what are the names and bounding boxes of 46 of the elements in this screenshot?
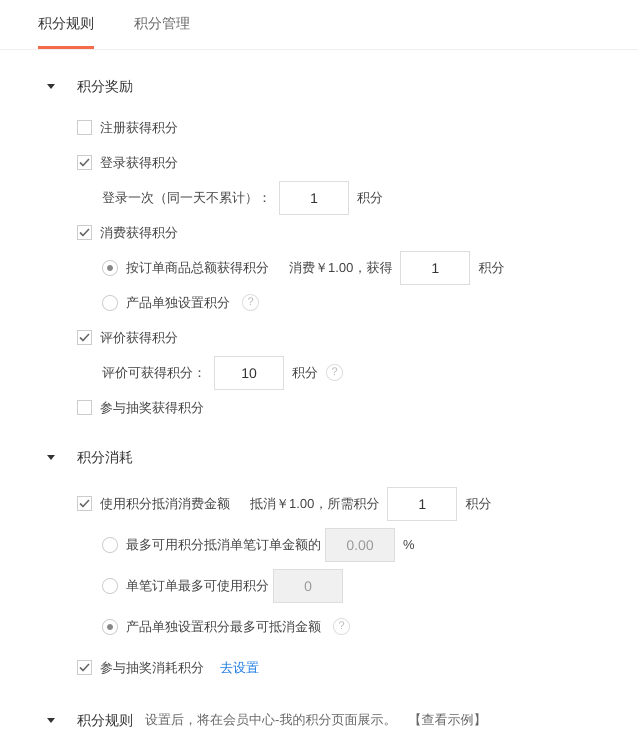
checkbox[interactable]: [77, 155, 92, 170]
radio-button[interactable]: [102, 618, 118, 634]
field-label: 登录一次（同一天不累计）：: [102, 188, 271, 207]
radio-label: 按订单商品总额获得积分: [126, 258, 269, 277]
checkbox-label: 使用积分抵消消费金额: [100, 494, 230, 513]
checkbox-label: 消费获得积分: [100, 224, 178, 242]
checkbox-label: 参与抽奖消耗积分: [100, 658, 204, 677]
settings-link[interactable]: 去设置: [220, 658, 259, 678]
section-note: 设置后，将在会员中心-我的积分页面展示。: [145, 711, 396, 730]
number-input[interactable]: 10: [214, 356, 284, 390]
tab[interactable]: 积分规则: [38, 0, 94, 49]
unit-label: 积分: [292, 364, 318, 382]
checkbox[interactable]: [77, 660, 92, 675]
tab[interactable]: 积分管理: [134, 0, 190, 49]
radio-label: 产品单独设置积分: [126, 294, 230, 312]
radio-label: 产品单独设置积分最多可抵消金额: [126, 618, 321, 636]
unit-label: %: [403, 536, 415, 554]
checkbox-label: 评价获得积分: [100, 328, 178, 347]
section-title: 积分规则: [77, 710, 133, 730]
checkbox[interactable]: [77, 225, 92, 240]
section-title: 积分消耗: [77, 448, 133, 466]
radio-label: 最多可用积分抵消单笔订单金额的: [126, 536, 321, 554]
rate-text: 消费￥1.00，获得: [289, 258, 392, 277]
radio-button[interactable]: [102, 294, 118, 310]
radio-button[interactable]: [102, 260, 118, 276]
checkbox[interactable]: [77, 330, 92, 345]
section-title: 积分奖励: [77, 76, 133, 96]
checkbox[interactable]: [77, 400, 92, 415]
checkbox-label: 注册获得积分: [100, 118, 178, 137]
field-label: 评价可获得积分：: [102, 364, 206, 382]
checkbox-label: 登录获得积分: [100, 154, 178, 172]
checkbox-label: 参与抽奖获得积分: [100, 398, 204, 417]
caret-icon[interactable]: [47, 718, 55, 722]
rate-text: 抵消￥1.00，所需积分: [250, 494, 380, 513]
unit-label: 积分: [478, 258, 504, 277]
number-input[interactable]: 1: [387, 486, 458, 520]
example-link[interactable]: 【查看示例】: [408, 710, 486, 730]
checkbox[interactable]: [77, 496, 92, 511]
unit-label: 积分: [357, 188, 383, 207]
checkbox[interactable]: [77, 120, 92, 135]
radio-label: 单笔订单最多可使用积分: [126, 576, 269, 595]
unit-label: 积分: [465, 494, 492, 513]
caret-icon[interactable]: [47, 84, 55, 88]
number-input[interactable]: 1: [279, 180, 349, 214]
number-input[interactable]: 1: [400, 250, 470, 284]
caret-icon[interactable]: [47, 454, 55, 460]
